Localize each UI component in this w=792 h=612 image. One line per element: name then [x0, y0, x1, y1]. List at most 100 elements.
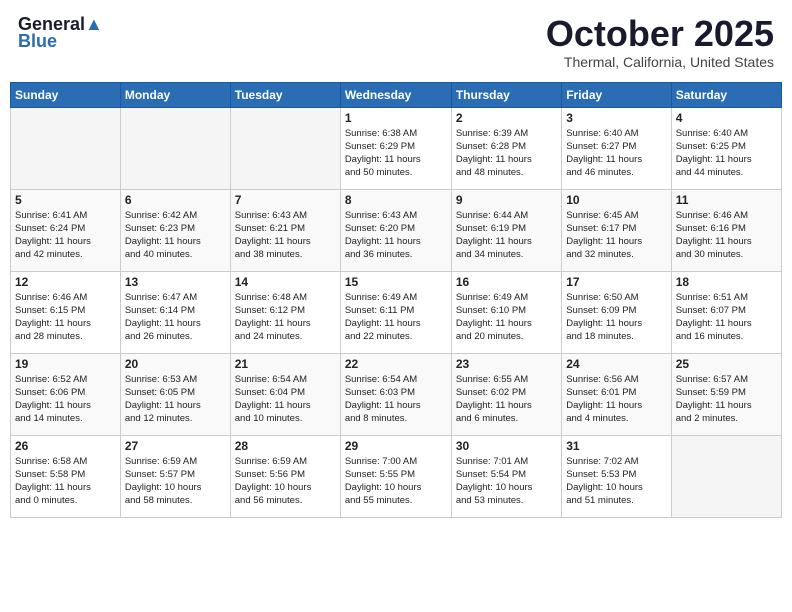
- day-number: 29: [345, 439, 447, 453]
- logo-blue: Blue: [18, 31, 57, 52]
- calendar-week-row: 5 Sunrise: 6:41 AM Sunset: 6:24 PM Daylig…: [11, 189, 782, 271]
- day-number: 2: [456, 111, 557, 125]
- day-number: 22: [345, 357, 447, 371]
- day-info: Sunrise: 6:42 AM Sunset: 6:23 PM Dayligh…: [125, 209, 226, 262]
- calendar-day-cell: 22 Sunrise: 6:54 AM Sunset: 6:03 PM Dayli…: [340, 353, 451, 435]
- logo: General▲ Blue: [18, 14, 103, 52]
- calendar-day-cell: 23Sunrise: 6:55 AM Sunset: 6:02 PM Dayli…: [451, 353, 561, 435]
- day-info: Sunrise: 6:43 AM Sunset: 6:21 PM Dayligh…: [235, 209, 336, 262]
- calendar-subtitle: Thermal, California, United States: [546, 54, 774, 70]
- calendar-day-cell: 27 Sunrise: 6:59 AM Sunset: 5:57 PM Dayli…: [120, 435, 230, 517]
- calendar-header: General▲ Blue October 2025 Thermal, Cali…: [10, 10, 782, 74]
- day-info: Sunrise: 6:46 AM Sunset: 6:15 PM Dayligh…: [15, 291, 116, 344]
- weekday-header-row: SundayMondayTuesdayWednesdayThursdayFrid…: [11, 82, 782, 107]
- day-info: Sunrise: 6:58 AM Sunset: 5:58 PM Dayligh…: [15, 455, 116, 508]
- day-info: Sunrise: 6:40 AM Sunset: 6:25 PM Dayligh…: [676, 127, 777, 180]
- weekday-header-monday: Monday: [120, 82, 230, 107]
- day-number: 12: [15, 275, 116, 289]
- weekday-header-thursday: Thursday: [451, 82, 561, 107]
- day-number: 26: [15, 439, 116, 453]
- day-info: Sunrise: 6:54 AM Sunset: 6:03 PM Dayligh…: [345, 373, 447, 426]
- day-number: 5: [15, 193, 116, 207]
- day-number: 31: [566, 439, 666, 453]
- day-info: Sunrise: 6:39 AM Sunset: 6:28 PM Dayligh…: [456, 127, 557, 180]
- calendar-day-cell: 16 Sunrise: 6:49 AM Sunset: 6:10 PM Dayli…: [451, 271, 561, 353]
- day-number: 3: [566, 111, 666, 125]
- day-number: 13: [125, 275, 226, 289]
- day-info: Sunrise: 6:46 AM Sunset: 6:16 PM Dayligh…: [676, 209, 777, 262]
- day-number: 4: [676, 111, 777, 125]
- calendar-day-cell: 30Sunrise: 7:01 AM Sunset: 5:54 PM Dayli…: [451, 435, 561, 517]
- weekday-header-sunday: Sunday: [11, 82, 121, 107]
- day-info: Sunrise: 6:40 AM Sunset: 6:27 PM Dayligh…: [566, 127, 666, 180]
- day-number: 17: [566, 275, 666, 289]
- calendar-day-cell: 26 Sunrise: 6:58 AM Sunset: 5:58 PM Dayli…: [11, 435, 121, 517]
- calendar-day-cell: 28Sunrise: 6:59 AM Sunset: 5:56 PM Dayli…: [230, 435, 340, 517]
- day-info: Sunrise: 6:44 AM Sunset: 6:19 PM Dayligh…: [456, 209, 557, 262]
- weekday-header-wednesday: Wednesday: [340, 82, 451, 107]
- day-info: Sunrise: 6:41 AM Sunset: 6:24 PM Dayligh…: [15, 209, 116, 262]
- day-info: Sunrise: 6:45 AM Sunset: 6:17 PM Dayligh…: [566, 209, 666, 262]
- day-number: 24: [566, 357, 666, 371]
- day-info: Sunrise: 7:01 AM Sunset: 5:54 PM Dayligh…: [456, 455, 557, 508]
- calendar-day-cell: 1 Sunrise: 6:38 AM Sunset: 6:29 PM Daylig…: [340, 107, 451, 189]
- calendar-day-cell: 25 Sunrise: 6:57 AM Sunset: 5:59 PM Dayli…: [671, 353, 781, 435]
- day-info: Sunrise: 6:49 AM Sunset: 6:11 PM Dayligh…: [345, 291, 447, 344]
- day-number: 18: [676, 275, 777, 289]
- calendar-day-cell: [120, 107, 230, 189]
- calendar-day-cell: [230, 107, 340, 189]
- day-number: 1: [345, 111, 447, 125]
- calendar-week-row: 1 Sunrise: 6:38 AM Sunset: 6:29 PM Daylig…: [11, 107, 782, 189]
- day-number: 27: [125, 439, 226, 453]
- calendar-day-cell: 10 Sunrise: 6:45 AM Sunset: 6:17 PM Dayli…: [562, 189, 671, 271]
- day-info: Sunrise: 6:57 AM Sunset: 5:59 PM Dayligh…: [676, 373, 777, 426]
- calendar-title: October 2025: [546, 14, 774, 54]
- weekday-header-friday: Friday: [562, 82, 671, 107]
- weekday-header-saturday: Saturday: [671, 82, 781, 107]
- day-info: Sunrise: 6:54 AM Sunset: 6:04 PM Dayligh…: [235, 373, 336, 426]
- calendar-day-cell: 19Sunrise: 6:52 AM Sunset: 6:06 PM Dayli…: [11, 353, 121, 435]
- calendar-day-cell: 21 Sunrise: 6:54 AM Sunset: 6:04 PM Dayli…: [230, 353, 340, 435]
- day-info: Sunrise: 6:49 AM Sunset: 6:10 PM Dayligh…: [456, 291, 557, 344]
- calendar-day-cell: 7Sunrise: 6:43 AM Sunset: 6:21 PM Daylig…: [230, 189, 340, 271]
- day-info: Sunrise: 6:59 AM Sunset: 5:56 PM Dayligh…: [235, 455, 336, 508]
- weekday-header-tuesday: Tuesday: [230, 82, 340, 107]
- day-number: 11: [676, 193, 777, 207]
- day-info: Sunrise: 7:00 AM Sunset: 5:55 PM Dayligh…: [345, 455, 447, 508]
- day-info: Sunrise: 6:47 AM Sunset: 6:14 PM Dayligh…: [125, 291, 226, 344]
- day-number: 10: [566, 193, 666, 207]
- day-number: 14: [235, 275, 336, 289]
- day-number: 19: [15, 357, 116, 371]
- day-info: Sunrise: 6:59 AM Sunset: 5:57 PM Dayligh…: [125, 455, 226, 508]
- day-info: Sunrise: 6:38 AM Sunset: 6:29 PM Dayligh…: [345, 127, 447, 180]
- day-number: 25: [676, 357, 777, 371]
- calendar-day-cell: 18Sunrise: 6:51 AM Sunset: 6:07 PM Dayli…: [671, 271, 781, 353]
- calendar-day-cell: 6 Sunrise: 6:42 AM Sunset: 6:23 PM Daylig…: [120, 189, 230, 271]
- calendar-day-cell: 8 Sunrise: 6:43 AM Sunset: 6:20 PM Daylig…: [340, 189, 451, 271]
- day-info: Sunrise: 6:43 AM Sunset: 6:20 PM Dayligh…: [345, 209, 447, 262]
- calendar-day-cell: 17 Sunrise: 6:50 AM Sunset: 6:09 PM Dayli…: [562, 271, 671, 353]
- day-number: 16: [456, 275, 557, 289]
- day-number: 8: [345, 193, 447, 207]
- day-info: Sunrise: 6:50 AM Sunset: 6:09 PM Dayligh…: [566, 291, 666, 344]
- calendar-day-cell: [11, 107, 121, 189]
- day-info: Sunrise: 6:56 AM Sunset: 6:01 PM Dayligh…: [566, 373, 666, 426]
- day-info: Sunrise: 6:53 AM Sunset: 6:05 PM Dayligh…: [125, 373, 226, 426]
- title-block: October 2025 Thermal, California, United…: [546, 14, 774, 70]
- calendar-day-cell: 5 Sunrise: 6:41 AM Sunset: 6:24 PM Daylig…: [11, 189, 121, 271]
- calendar-day-cell: 12 Sunrise: 6:46 AM Sunset: 6:15 PM Dayli…: [11, 271, 121, 353]
- day-info: Sunrise: 7:02 AM Sunset: 5:53 PM Dayligh…: [566, 455, 666, 508]
- calendar-week-row: 26 Sunrise: 6:58 AM Sunset: 5:58 PM Dayli…: [11, 435, 782, 517]
- day-number: 15: [345, 275, 447, 289]
- day-info: Sunrise: 6:48 AM Sunset: 6:12 PM Dayligh…: [235, 291, 336, 344]
- calendar-day-cell: 24 Sunrise: 6:56 AM Sunset: 6:01 PM Dayli…: [562, 353, 671, 435]
- calendar-table: SundayMondayTuesdayWednesdayThursdayFrid…: [10, 82, 782, 518]
- calendar-day-cell: [671, 435, 781, 517]
- day-number: 9: [456, 193, 557, 207]
- calendar-day-cell: 20 Sunrise: 6:53 AM Sunset: 6:05 PM Dayli…: [120, 353, 230, 435]
- calendar-day-cell: 31 Sunrise: 7:02 AM Sunset: 5:53 PM Dayli…: [562, 435, 671, 517]
- day-number: 6: [125, 193, 226, 207]
- day-number: 21: [235, 357, 336, 371]
- calendar-day-cell: 11 Sunrise: 6:46 AM Sunset: 6:16 PM Dayli…: [671, 189, 781, 271]
- day-number: 20: [125, 357, 226, 371]
